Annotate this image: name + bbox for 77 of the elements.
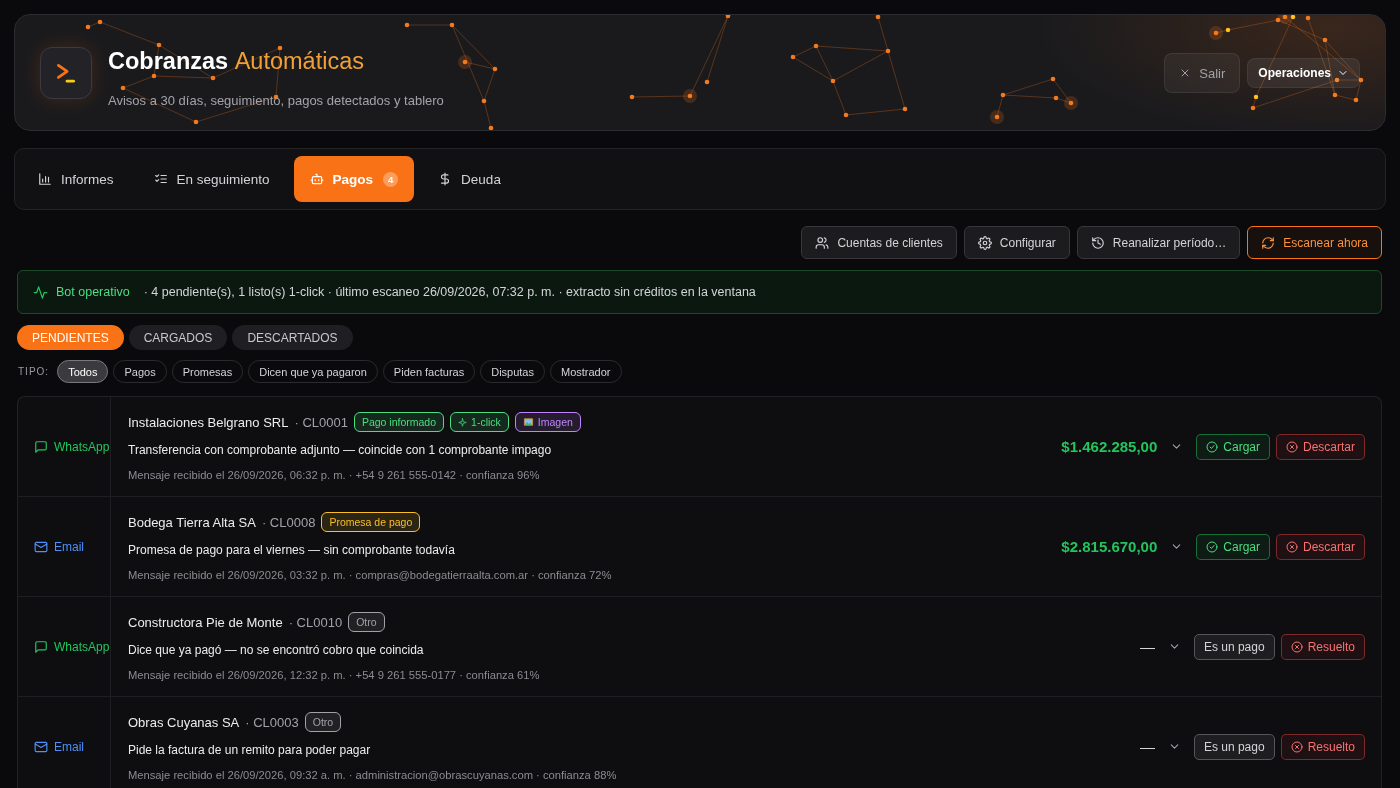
- channel-label: Email: [54, 739, 84, 754]
- tab[interactable]: Deuda: [422, 156, 517, 202]
- count-badge: 4: [383, 171, 399, 187]
- message-meta: Mensaje recibido el 26/09/2026, 06:32 p. m. · +54 9 261 555-0142 · confianza 96%: [128, 468, 540, 483]
- action-button[interactable]: Descartar: [1276, 533, 1365, 560]
- client-name: Instalaciones Belgrano SRL: [128, 414, 289, 430]
- bar-chart-icon: [38, 172, 52, 186]
- prompt-icon: [40, 47, 92, 99]
- status-filter-tab[interactable]: CARGADOS: [128, 325, 228, 350]
- action-button[interactable]: Cargar: [1196, 533, 1270, 560]
- x-circle-icon: [1290, 740, 1303, 753]
- amount: $2.815.670,00: [1061, 538, 1158, 555]
- status-filter-tab[interactable]: DESCARTADOS: [232, 325, 353, 350]
- refresh-icon: [1261, 235, 1276, 250]
- message-summary: Pide la factura de un remito para poder pagar: [128, 742, 371, 759]
- status-detail: · 4 pendiente(s), 1 listo(s) 1-click · último escaneo 26/09/2026, 07:32 p. m. · extracto sin créditos en la ventana: [143, 285, 756, 299]
- action-button[interactable]: Es un pago: [1193, 733, 1275, 760]
- app-subtitle: Avisos a 30 días, seguimiento, pagos detectados y tablero: [108, 92, 444, 110]
- history-icon: [1090, 235, 1105, 250]
- action-button[interactable]: Resuelto: [1280, 633, 1365, 660]
- client-code: · CL0001: [294, 414, 348, 430]
- amount: $1.462.285,00: [1061, 438, 1158, 455]
- channel-label: Email: [54, 539, 84, 554]
- robot-icon: [309, 172, 324, 186]
- message-meta: Mensaje recibido el 26/09/2026, 03:32 p. m. · compras@bodegatierraalta.com.ar · confianza 72%: [128, 568, 612, 583]
- action-button[interactable]: Resuelto: [1280, 733, 1365, 760]
- client-name: Constructora Pie de Monte: [128, 614, 283, 630]
- toolbar-button[interactable]: Cuentas de clientes: [801, 226, 957, 259]
- settings-icon: [977, 235, 992, 250]
- client-code: · CL0010: [288, 614, 343, 630]
- message-meta: Mensaje recibido el 26/09/2026, 12:32 p. m. · +54 9 261 555-0177 · confianza 61%: [128, 668, 540, 683]
- check-circle-icon: [1206, 540, 1219, 553]
- message-summary: Dice que ya pagó — no se encontró cobro que coincida: [128, 642, 424, 659]
- client-code: · CL0003: [245, 714, 299, 730]
- tag: Promesa de pago: [321, 512, 421, 532]
- users-icon: [815, 235, 830, 250]
- exit-button[interactable]: Salir: [1164, 53, 1241, 93]
- app-title: Cobranzas Automáticas: [108, 47, 364, 76]
- channel-label: WhatsApp: [54, 439, 110, 454]
- channel-label: WhatsApp: [54, 639, 110, 654]
- action-button[interactable]: Cargar: [1196, 433, 1270, 460]
- tab[interactable]: Informes: [22, 156, 130, 202]
- x-circle-icon: [1286, 440, 1298, 453]
- action-button[interactable]: Es un pago: [1193, 633, 1275, 660]
- chat-bubble-icon: [34, 439, 48, 454]
- mail-icon: [34, 539, 48, 554]
- filter-label: TIPO:: [18, 366, 50, 377]
- status-label: Bot operativo: [56, 285, 130, 299]
- amount: —: [1139, 738, 1155, 755]
- tag: Imagen: [514, 412, 581, 432]
- tag: Otro: [348, 612, 385, 632]
- tag: Pago informado: [353, 412, 445, 432]
- tag: Otro: [304, 712, 342, 732]
- client-code: · CL0008: [261, 514, 316, 530]
- client-name: Obras Cuyanas SA: [128, 714, 240, 730]
- x-circle-icon: [1286, 540, 1298, 553]
- activity-icon: [33, 284, 48, 300]
- type-filter-chip[interactable]: Todos: [57, 360, 109, 383]
- action-button[interactable]: Descartar: [1276, 433, 1365, 460]
- toolbar-button[interactable]: Escanear ahora: [1247, 226, 1382, 259]
- menu-button[interactable]: Operaciones: [1247, 58, 1360, 88]
- chat-bubble-icon: [34, 639, 48, 654]
- toolbar-button[interactable]: Reanalizar período…: [1076, 226, 1241, 259]
- check-circle-icon: [1206, 440, 1219, 453]
- sparkle-icon: [458, 417, 468, 427]
- tag: 1-click: [450, 412, 509, 432]
- picture-icon: [522, 417, 534, 427]
- message-summary: Promesa de pago para el viernes — sin comprobante todavía: [128, 542, 455, 559]
- toolbar-button[interactable]: Configurar: [963, 226, 1070, 259]
- message-meta: Mensaje recibido el 26/09/2026, 09:32 a. m. · administracion@obrascuyanas.com · confianza 88%: [128, 768, 617, 783]
- tab[interactable]: En seguimiento: [137, 156, 286, 202]
- checklist-icon: [153, 172, 168, 186]
- mail-icon: [34, 739, 48, 754]
- message-summary: Transferencia con comprobante adjunto — coincide con 1 comprobante impago: [128, 442, 552, 459]
- client-name: Bodega Tierra Alta SA: [128, 514, 256, 530]
- x-circle-icon: [1290, 640, 1303, 653]
- amount: —: [1139, 638, 1155, 655]
